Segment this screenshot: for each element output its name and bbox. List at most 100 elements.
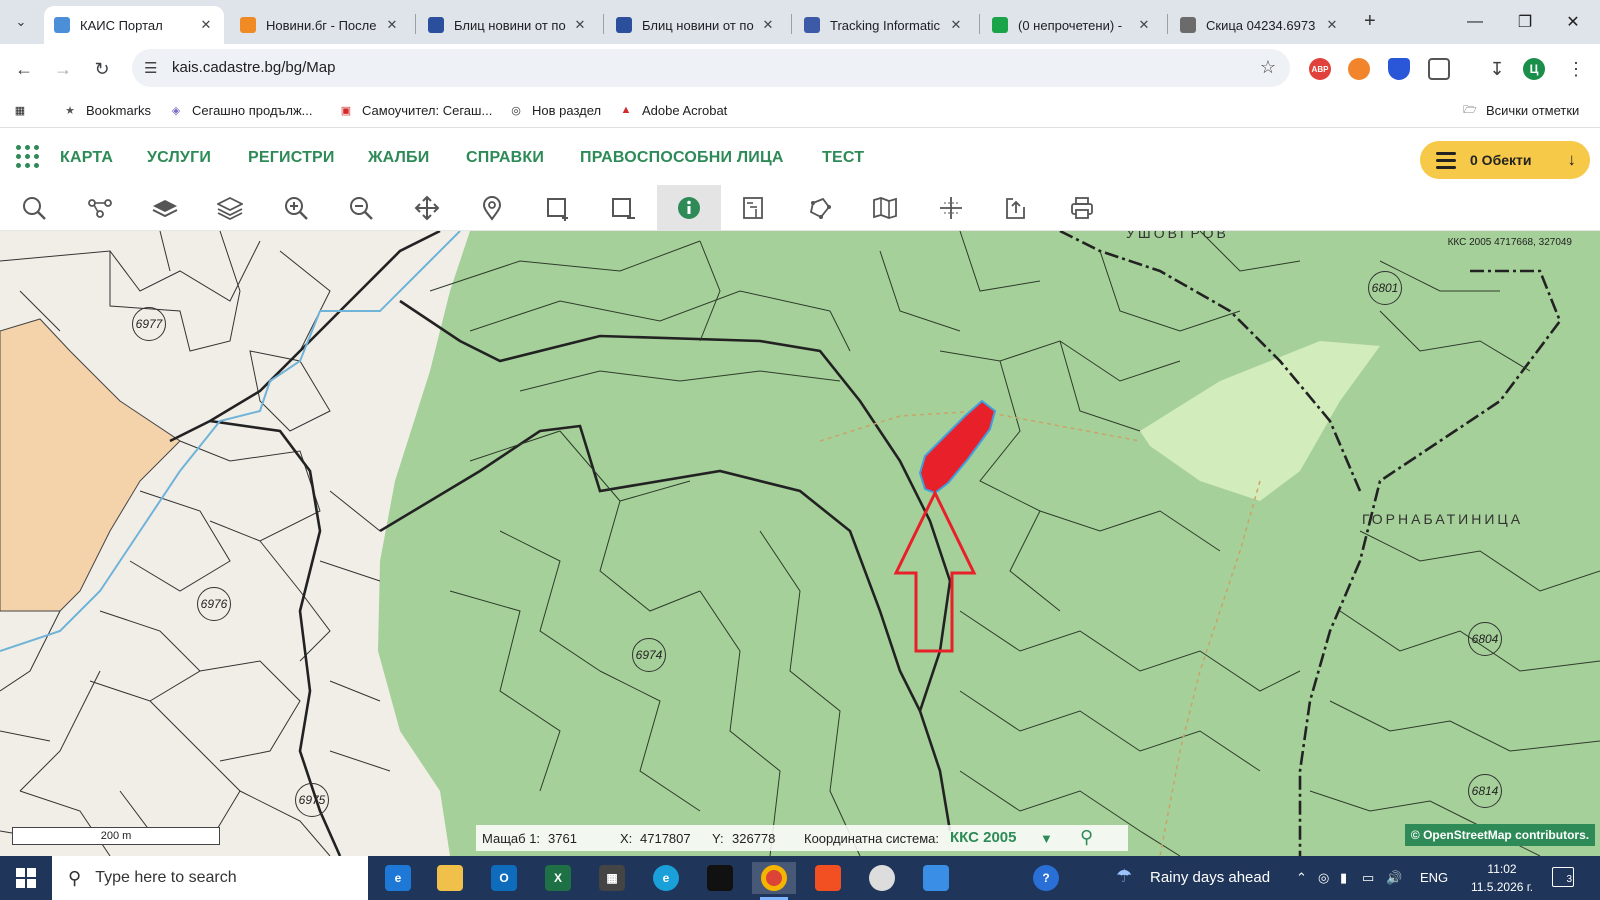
info-tool[interactable] — [657, 185, 721, 231]
bookmark-item[interactable]: ◈ Сегашно продълж... — [168, 102, 313, 118]
calculator-taskbar-icon[interactable]: ▦ — [590, 862, 634, 894]
bookmark-item[interactable]: ▲ Adobe Acrobat — [618, 102, 728, 118]
export-tool[interactable] — [984, 185, 1048, 231]
select-add-tool[interactable] — [526, 185, 590, 231]
browser-tab[interactable]: (0 непрочетени) - ✕ — [982, 6, 1162, 44]
browser-tab[interactable]: Tracking Informatic ✕ — [794, 6, 974, 44]
menu-item[interactable]: ПРАВОСПОСОБНИ ЛИЦА — [580, 149, 784, 167]
browser-menu-button[interactable]: ⋮ — [1563, 56, 1589, 82]
layer-tool[interactable] — [133, 185, 197, 231]
volume-icon[interactable]: 🔊 — [1386, 870, 1402, 886]
adblock-extension-icon[interactable]: ABP — [1309, 58, 1331, 80]
coordinate-search-icon[interactable]: ⚲ — [1080, 827, 1093, 848]
search-tool[interactable] — [2, 185, 66, 231]
map-tool[interactable] — [853, 185, 917, 231]
cadastral-map[interactable]: ККС 2005 4717668, 327049 УШОВГРОВ ГОРНАБ… — [0, 231, 1600, 856]
chrome-taskbar-icon[interactable] — [752, 862, 796, 900]
scale-value[interactable]: 3761 — [548, 831, 577, 846]
chevron-up-icon[interactable]: ⌃ — [1296, 870, 1307, 886]
close-tab-icon[interactable]: ✕ — [1324, 17, 1340, 33]
pan-tool[interactable] — [395, 185, 459, 231]
paint-taskbar-icon[interactable] — [914, 862, 958, 894]
forward-button[interactable]: → — [50, 56, 76, 82]
weather-text[interactable]: Rainy days ahead — [1150, 869, 1270, 886]
browser-tab[interactable]: Новини.бг - После ✕ — [230, 6, 410, 44]
osm-attribution[interactable]: © OpenStreetMap contributors. — [1405, 824, 1595, 846]
bookmark-item[interactable]: ◎ Нов раздел — [508, 102, 601, 118]
layers-tool[interactable] — [198, 185, 262, 231]
menu-item[interactable]: СПРАВКИ — [466, 149, 544, 167]
close-tab-icon[interactable]: ✕ — [760, 17, 776, 33]
measure-area-tool[interactable] — [722, 185, 786, 231]
close-tab-icon[interactable]: ✕ — [198, 17, 214, 33]
browser-tab[interactable]: КАИС Портал ✕ — [44, 6, 224, 44]
menu-item[interactable]: РЕГИСТРИ — [248, 149, 335, 167]
restore-button[interactable]: ❐ — [1502, 8, 1548, 36]
metamask-extension-icon[interactable] — [1348, 58, 1370, 80]
bookmark-item[interactable]: ▣ Самоучител: Сегаш... — [338, 102, 493, 118]
menu-item[interactable]: УСЛУГИ — [147, 149, 211, 167]
network-globe-icon[interactable]: ◎ — [1318, 870, 1329, 886]
zoom-out-tool[interactable] — [329, 185, 393, 231]
browser-tab[interactable]: Блиц новини от по ✕ — [606, 6, 786, 44]
edge-taskbar-icon[interactable]: e — [644, 862, 688, 894]
downloads-button[interactable]: ↧ — [1484, 56, 1510, 82]
select-remove-tool[interactable] — [591, 185, 655, 231]
url-text[interactable]: kais.cadastre.bg/bg/Map — [172, 59, 335, 76]
clock[interactable]: 11:02 11.5.2026 г. — [1462, 860, 1542, 896]
bookmark-item[interactable]: ★ Bookmarks — [62, 102, 151, 118]
extensions-puzzle-icon[interactable] — [1428, 58, 1450, 80]
coordinate-tool[interactable] — [919, 185, 983, 231]
all-bookmarks-button[interactable]: 🗁 Всички отметки — [1462, 102, 1579, 118]
parcel-number[interactable]: 6977 — [132, 307, 166, 341]
menu-item[interactable]: ЖАЛБИ — [368, 149, 429, 167]
ie-taskbar-icon[interactable]: e — [376, 862, 420, 894]
help-taskbar-icon[interactable]: ? — [1024, 862, 1068, 894]
reload-button[interactable]: ↻ — [89, 56, 115, 82]
tab-search-button[interactable]: ⌄ — [6, 9, 36, 35]
excel-taskbar-icon[interactable]: X — [536, 862, 580, 894]
zoom-in-tool[interactable] — [264, 185, 328, 231]
bookmark-star-icon[interactable]: ☆ — [1260, 57, 1276, 78]
app-taskbar-icon[interactable] — [860, 862, 904, 894]
profile-avatar[interactable]: Ц — [1523, 58, 1545, 80]
site-info-icon[interactable]: ☰ — [144, 59, 157, 77]
close-tab-icon[interactable]: ✕ — [384, 17, 400, 33]
measure-polygon-tool[interactable] — [788, 185, 852, 231]
print-tool[interactable] — [1050, 185, 1114, 231]
battery-icon[interactable]: ▮ — [1340, 870, 1347, 886]
parcel-number[interactable]: 6975 — [295, 783, 329, 817]
parcel-number[interactable]: 6976 — [197, 587, 231, 621]
close-window-button[interactable]: ✕ — [1550, 8, 1596, 36]
app-launcher-icon[interactable] — [16, 145, 40, 169]
parcel-number[interactable]: 6801 — [1368, 271, 1402, 305]
new-tab-button[interactable]: + — [1364, 10, 1376, 33]
parcel-number[interactable]: 6804 — [1468, 622, 1502, 656]
apps-grid-button[interactable]: ▦ — [12, 102, 36, 118]
close-tab-icon[interactable]: ✕ — [572, 17, 588, 33]
crs-select[interactable]: ККС 2005 — [950, 829, 1016, 846]
crs-dropdown-icon[interactable]: ▼ — [1040, 831, 1053, 846]
parcel-number[interactable]: 6814 — [1468, 774, 1502, 808]
objects-button[interactable]: 0 Обекти ↓ — [1420, 141, 1590, 179]
notification-center-icon[interactable]: 3 — [1552, 867, 1574, 887]
windows-start-icon[interactable] — [16, 868, 36, 888]
back-button[interactable]: ← — [11, 56, 37, 82]
terminal-taskbar-icon[interactable] — [698, 862, 742, 894]
rain-umbrella-icon[interactable]: ☂ — [1116, 866, 1132, 887]
language-indicator[interactable]: ENG — [1420, 870, 1448, 885]
minimize-button[interactable]: — — [1452, 8, 1498, 36]
store-taskbar-icon[interactable] — [806, 862, 850, 894]
shield-extension-icon[interactable] — [1388, 58, 1410, 80]
monitor-icon[interactable]: ▭ — [1362, 870, 1374, 886]
parcel-number[interactable]: 6974 — [632, 638, 666, 672]
browser-tab[interactable]: Блиц новини от по ✕ — [418, 6, 598, 44]
close-tab-icon[interactable]: ✕ — [948, 17, 964, 33]
map-canvas[interactable] — [0, 231, 1600, 856]
taskbar-search-box[interactable]: ⚲ Type here to search — [52, 856, 368, 900]
outlook-taskbar-icon[interactable]: O — [482, 862, 526, 894]
file-explorer-taskbar-icon[interactable] — [428, 862, 472, 894]
omnibox[interactable]: ☰ kais.cadastre.bg/bg/Map ☆ — [132, 49, 1290, 87]
route-tool[interactable] — [68, 185, 132, 231]
menu-item[interactable]: ТЕСТ — [822, 149, 864, 167]
